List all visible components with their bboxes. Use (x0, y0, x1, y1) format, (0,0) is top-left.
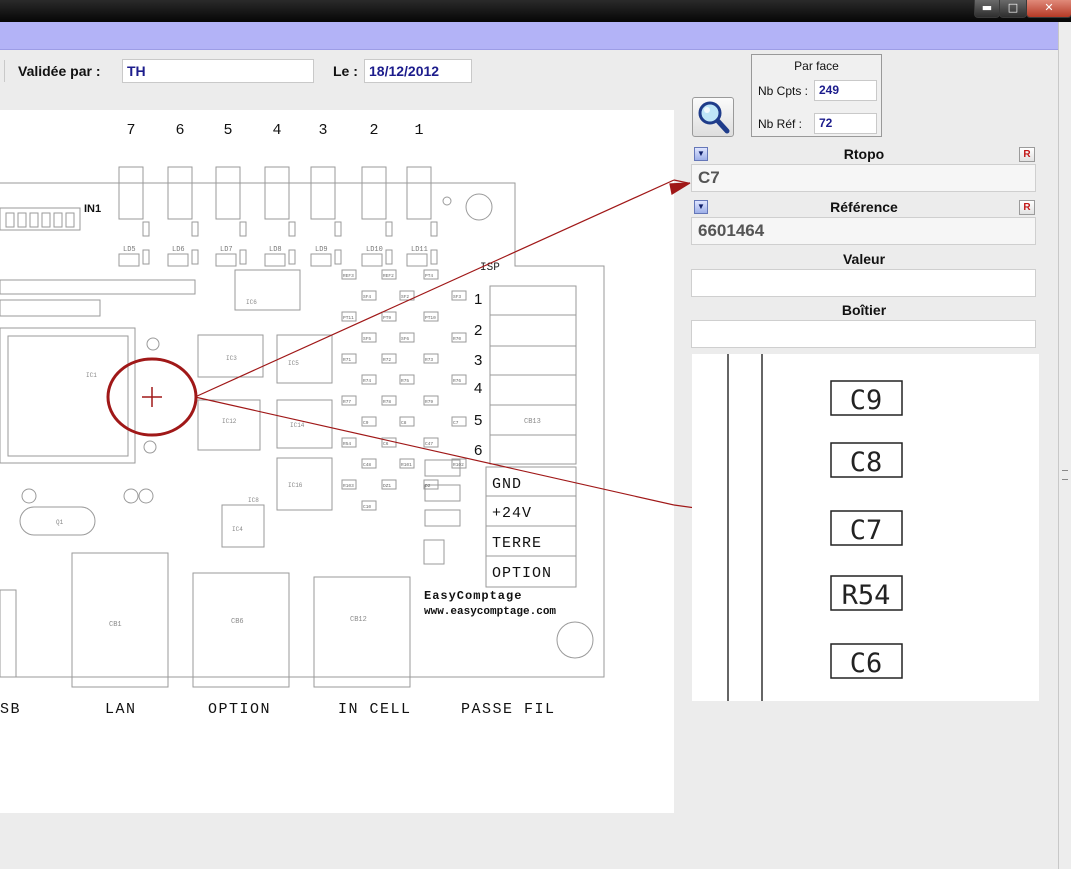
zoom-component-label: C9 (850, 385, 883, 416)
zoom-view: C9 C8 C7 R54 C6 (692, 354, 1039, 701)
nb-cpts-field[interactable]: 249 (814, 80, 877, 101)
zoom-diagram: C9 C8 C7 R54 C6 (727, 354, 903, 701)
rtopo-field[interactable]: C7 (691, 164, 1036, 192)
rtopo-label: Rtopo (843, 146, 885, 162)
reference-reset-button[interactable]: R (1019, 200, 1035, 215)
par-face-title: Par face (794, 59, 839, 73)
valeur-label: Valeur (842, 251, 886, 267)
par-face-panel: Par face Nb Cpts : 249 Nb Réf : 72 (751, 54, 882, 137)
nb-ref-label: Nb Réf : (758, 117, 803, 131)
nb-ref-field[interactable]: 72 (814, 113, 877, 134)
magnifier-icon (698, 101, 730, 134)
zoom-component-label: C8 (850, 447, 883, 478)
boitier-label: Boîtier (841, 302, 887, 318)
reference-label: Référence (830, 199, 898, 215)
valeur-field[interactable] (691, 269, 1036, 297)
search-button[interactable] (692, 97, 734, 137)
reference-field[interactable]: 6601464 (691, 217, 1036, 245)
rtopo-reset-button[interactable]: R (1019, 147, 1035, 162)
boitier-field[interactable] (691, 320, 1036, 348)
zoom-component-label: R54 (842, 580, 891, 611)
nb-cpts-label: Nb Cpts : (758, 84, 809, 98)
arrow-head-rtopo-icon (669, 182, 691, 195)
zoom-component-label: C7 (850, 515, 883, 546)
zoom-component-label: C6 (850, 648, 883, 679)
